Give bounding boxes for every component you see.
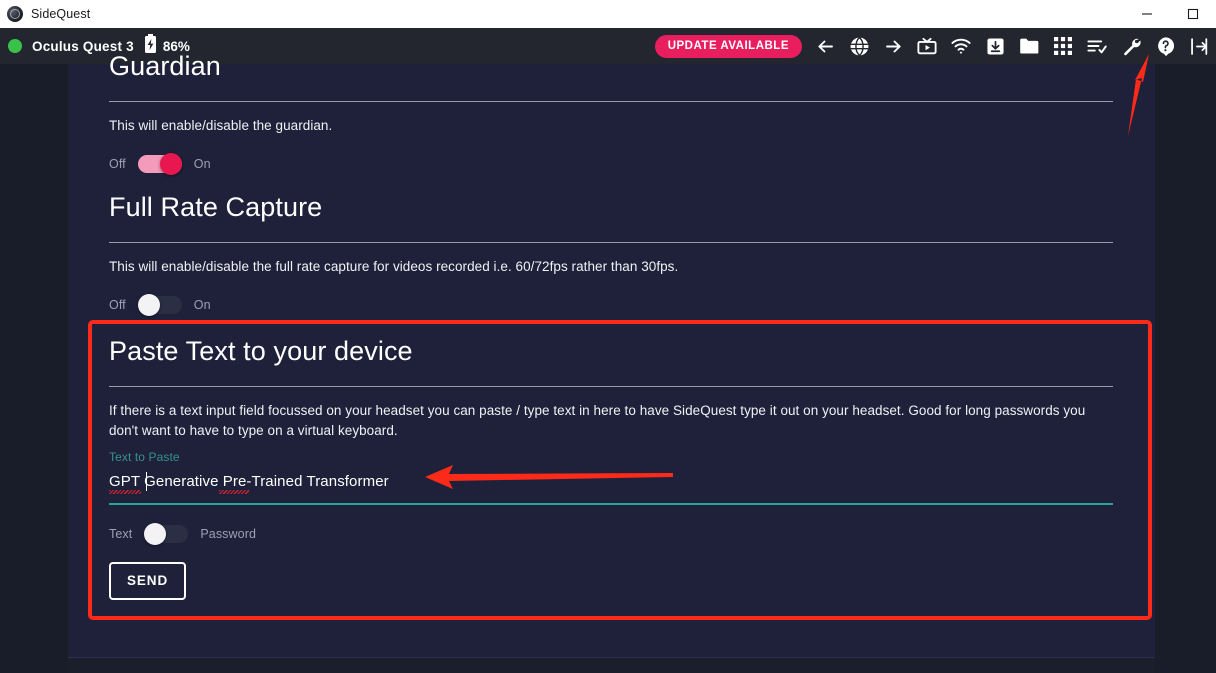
guardian-toggle-knob	[159, 152, 182, 175]
full-rate-capture-title: Full Rate Capture	[109, 192, 323, 222]
full-rate-capture-toggle-on-label: On	[193, 297, 211, 312]
full-rate-capture-divider	[109, 241, 1113, 243]
maximize-icon[interactable]	[1170, 0, 1216, 28]
guardian-toggle-off-label: Off	[109, 156, 126, 171]
text-cursor	[146, 471, 147, 491]
paste-text-description: If there is a text input field focussed …	[109, 402, 1086, 438]
guardian-divider	[109, 100, 1113, 102]
full-rate-capture-toggle-off-label: Off	[109, 297, 126, 312]
section-full-rate-capture: Full Rate Capture This will enable/disab…	[109, 192, 1113, 316]
full-rate-capture-toggle[interactable]	[137, 293, 182, 316]
send-button[interactable]: SEND	[109, 561, 187, 600]
window-title: SideQuest	[31, 7, 91, 21]
guardian-toggle-on-label: On	[193, 156, 211, 171]
paste-text-panel: Paste Text to your device If there is a …	[88, 320, 1152, 620]
connected-status-dot	[8, 39, 22, 53]
mode-toggle-password-label: Password	[200, 526, 257, 541]
right-rail	[1155, 64, 1216, 673]
window-titlebar: SideQuest	[0, 0, 1216, 28]
window-controls	[1124, 0, 1216, 28]
sidequest-logo-icon	[7, 6, 23, 22]
guardian-description: This will enable/disable the guardian.	[109, 117, 333, 133]
text-password-toggle[interactable]	[144, 522, 189, 545]
mode-toggle-text-label: Text	[109, 526, 133, 541]
full-rate-capture-toggle-row: Off On	[109, 293, 1113, 316]
spellcheck-underline	[219, 489, 249, 494]
section-guardian: Guardian This will enable/disable the gu…	[109, 51, 1113, 175]
text-password-toggle-row: Text Password	[109, 522, 1113, 545]
help-icon[interactable]	[1148, 28, 1182, 64]
exit-icon[interactable]	[1182, 28, 1216, 64]
guardian-toggle[interactable]	[137, 152, 182, 175]
text-password-toggle-knob	[144, 522, 167, 545]
paste-text-title: Paste Text to your device	[109, 336, 413, 366]
full-rate-capture-description: This will enable/disable the full rate c…	[109, 258, 679, 274]
wrench-icon[interactable]	[1114, 28, 1148, 64]
text-to-paste-input[interactable]: GPT Generative Pre-Trained Transformer	[109, 470, 1113, 505]
guardian-toggle-row: Off On	[109, 152, 1113, 175]
spellcheck-underline	[109, 489, 141, 494]
full-rate-capture-toggle-knob	[137, 293, 160, 316]
left-rail	[0, 64, 68, 673]
text-to-paste-label: Text to Paste	[109, 449, 180, 464]
paste-text-divider	[109, 385, 1113, 387]
minimize-icon[interactable]	[1124, 0, 1170, 28]
guardian-title: Guardian	[109, 51, 221, 81]
settings-content-card: Guardian This will enable/disable the gu…	[68, 51, 1155, 658]
